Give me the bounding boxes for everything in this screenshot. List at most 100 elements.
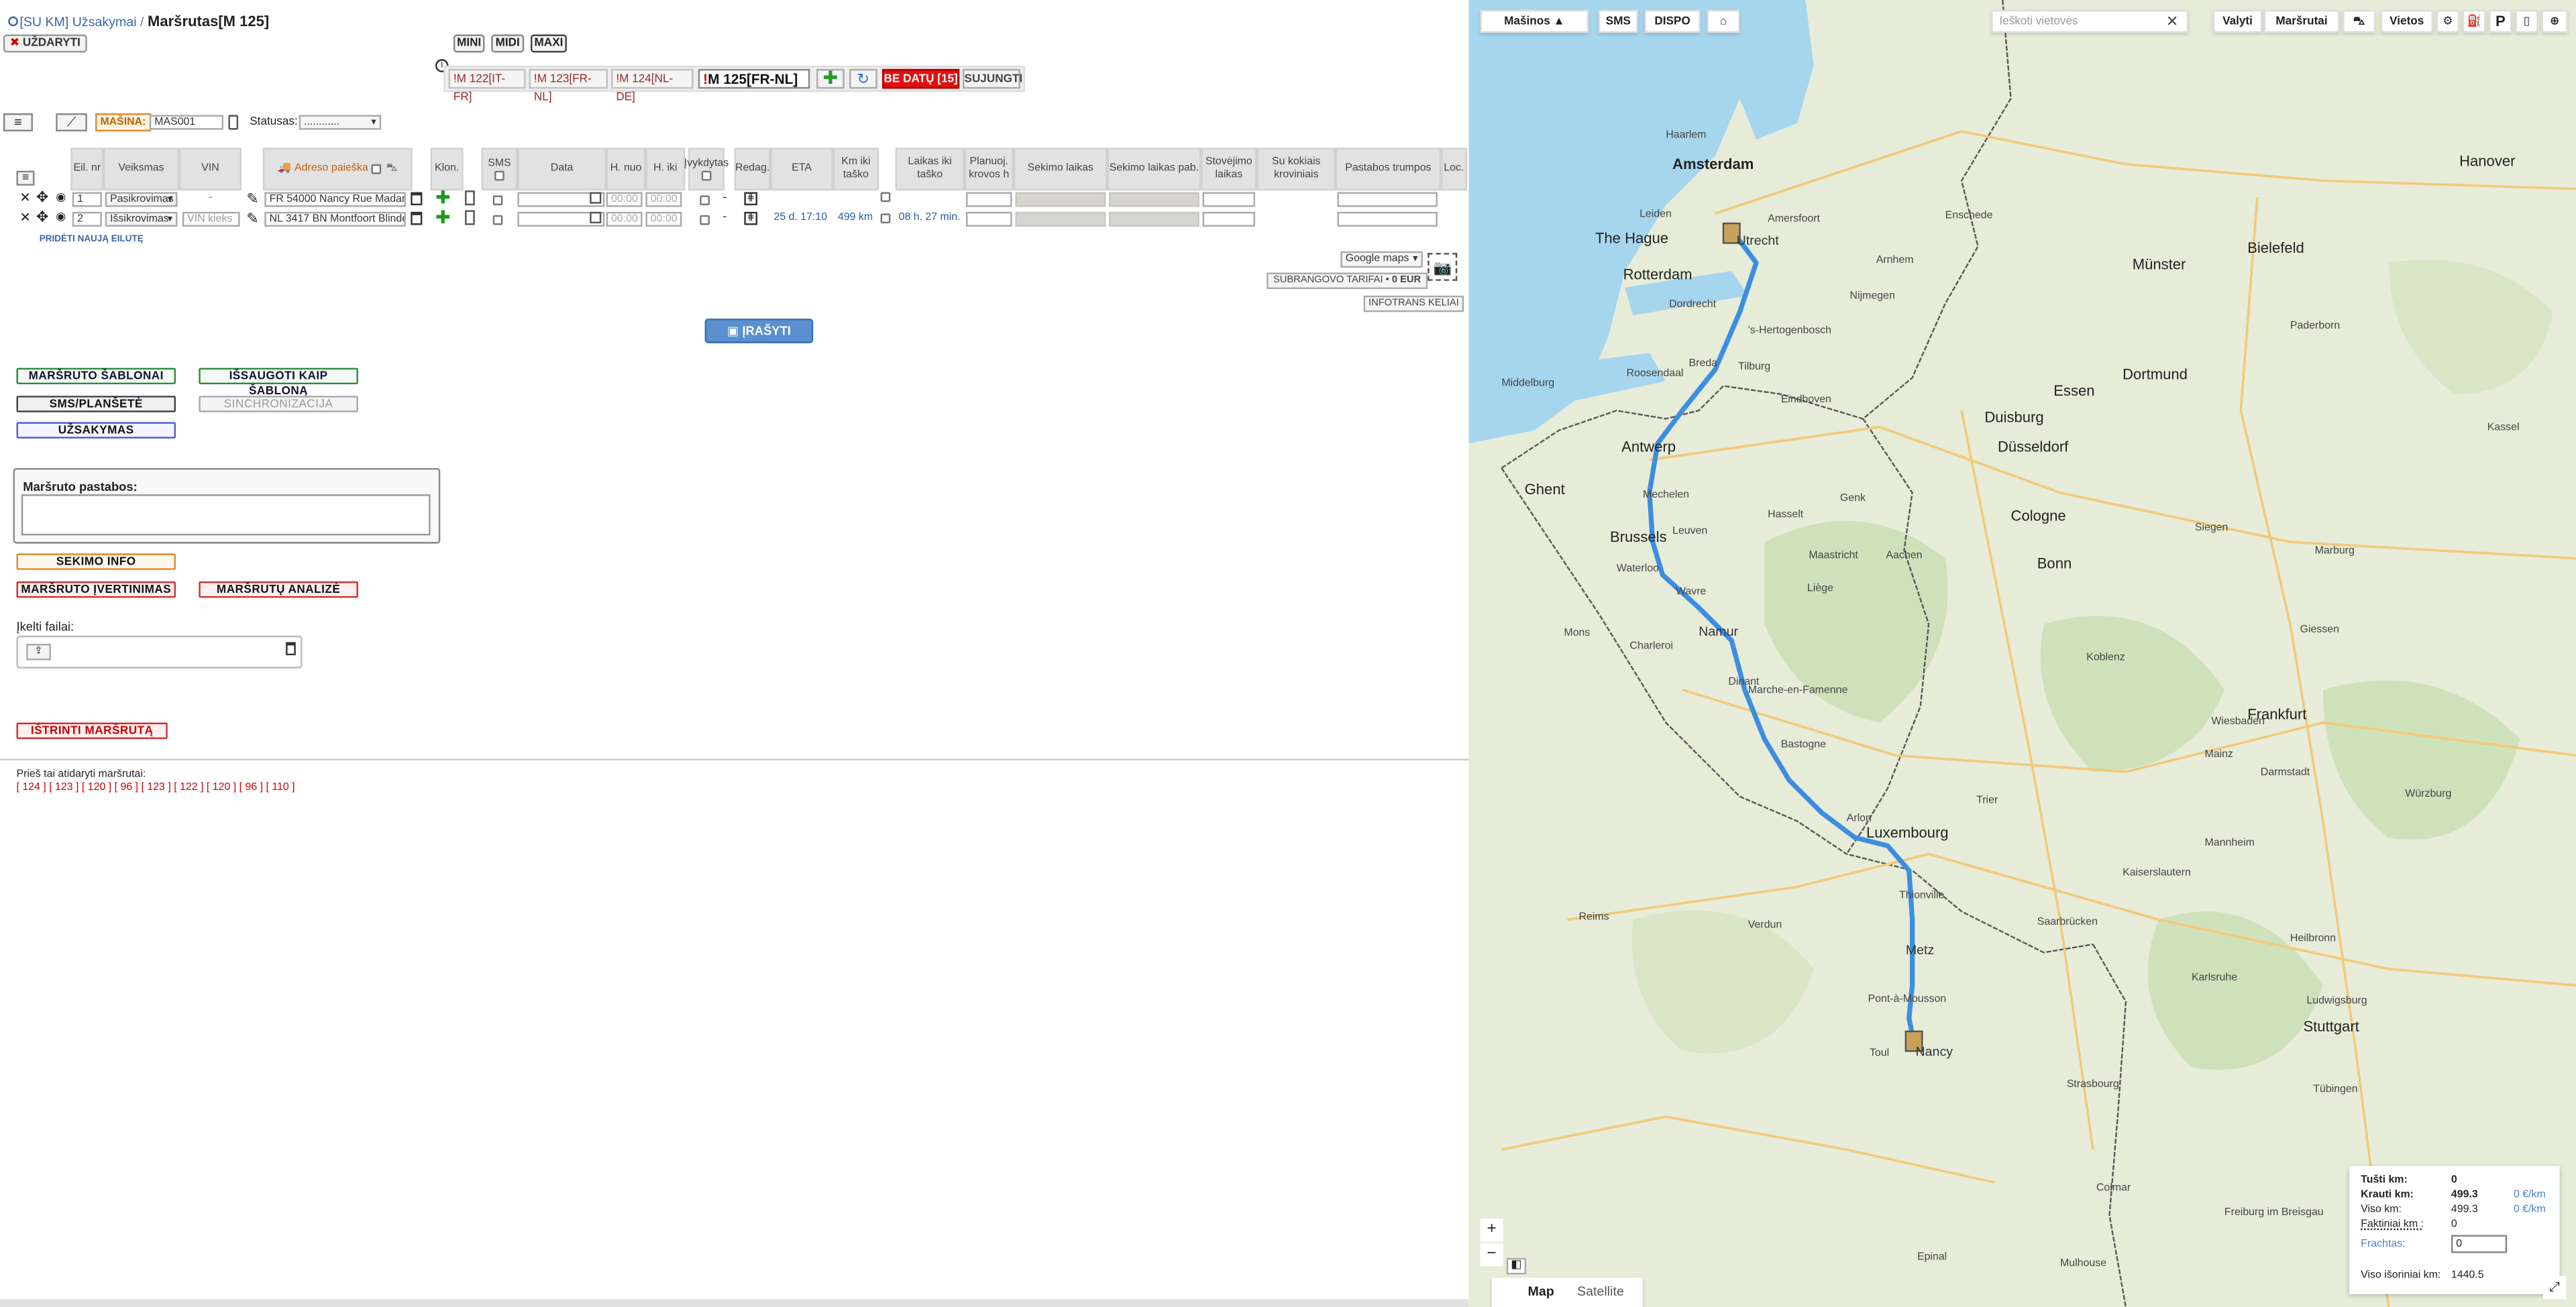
- map-provider-select[interactable]: Google maps: [1340, 251, 1423, 268]
- breadcrumb-home-icon[interactable]: [8, 16, 18, 27]
- map-places-button[interactable]: Vietos: [2380, 9, 2433, 33]
- route-evaluation-button[interactable]: MARŠRUTO ĮVERTINIMAS: [16, 581, 176, 598]
- calendar-icon[interactable]: [590, 192, 602, 204]
- row-done-checkbox[interactable]: [700, 195, 710, 206]
- edit-row-icon[interactable]: ⋕: [744, 211, 757, 225]
- map-sms-button[interactable]: SMS: [1598, 9, 1638, 33]
- table-menu-button[interactable]: ≡: [16, 170, 35, 186]
- map-tab[interactable]: Map: [1528, 1284, 1554, 1299]
- move-row-icon[interactable]: ✥: [36, 209, 48, 227]
- route-analysis-button[interactable]: MARŠRUTŲ ANALIZĖ: [199, 581, 358, 598]
- row-vin-input[interactable]: VIN kieks: [182, 211, 240, 227]
- history-item[interactable]: [ 123 ]: [49, 782, 78, 793]
- close-button[interactable]: ✖ UŽDARYTI: [3, 34, 87, 53]
- row-action-select[interactable]: Pasikrovimas: [105, 192, 178, 207]
- freight-input[interactable]: 0: [2451, 1235, 2508, 1253]
- done-all-checkbox[interactable]: [701, 170, 712, 181]
- row-tracking-input[interactable]: [1015, 192, 1106, 207]
- route-tab[interactable]: !M 123[FR-NL]: [529, 68, 608, 103]
- machine-input[interactable]: MAS001: [149, 115, 224, 130]
- add-clone-icon[interactable]: ✚: [435, 207, 451, 228]
- map-car-button[interactable]: ⛍: [2343, 9, 2376, 33]
- view-mini-button[interactable]: MINI: [453, 34, 485, 53]
- map-layer-button[interactable]: ▯: [2515, 9, 2538, 33]
- zoom-in-button[interactable]: +: [1480, 1218, 1503, 1242]
- map-tool-button[interactable]: ⚙: [2436, 9, 2460, 33]
- row-nr-input[interactable]: 2: [72, 211, 102, 227]
- edit-row-icon[interactable]: ⋕: [744, 192, 757, 206]
- save-as-template-button[interactable]: IŠSAUGOTI KAIP ŠABLONĄ: [199, 367, 358, 398]
- layers-icon[interactable]: ◧: [1506, 1257, 1527, 1275]
- document-icon[interactable]: [465, 190, 475, 206]
- chart-button[interactable]: ⟋: [56, 113, 87, 131]
- route-notes-textarea[interactable]: [21, 494, 431, 536]
- phone-icon[interactable]: [228, 115, 239, 130]
- map-vehicles-button[interactable]: Mašinos ▲: [1480, 9, 1589, 33]
- subcontract-tariff-button[interactable]: SUBRANGOVO TARIFAI • 0 EUR: [1267, 272, 1428, 290]
- fullscreen-icon[interactable]: ⤢: [2543, 1275, 2567, 1300]
- calendar-icon[interactable]: [411, 211, 423, 225]
- history-item[interactable]: [ 120 ]: [82, 782, 111, 793]
- history-item[interactable]: [ 124 ]: [16, 782, 46, 793]
- add-route-button[interactable]: ✚: [816, 68, 845, 89]
- route-tab[interactable]: !M 122[IT-FR]: [448, 68, 526, 103]
- menu-button[interactable]: ≡: [3, 113, 33, 131]
- row-notes-input[interactable]: [1337, 211, 1438, 227]
- clear-search-icon[interactable]: ✕: [2166, 11, 2178, 33]
- order-button[interactable]: UŽSAKYMAS: [16, 422, 176, 439]
- row-time-from-input[interactable]: 00:00: [606, 192, 643, 207]
- upload-button[interactable]: ⇪: [26, 644, 51, 661]
- delete-row-icon[interactable]: ✕: [19, 190, 30, 205]
- zoom-out-button[interactable]: −: [1480, 1243, 1503, 1267]
- map-home-button[interactable]: ⌂: [1707, 9, 1740, 33]
- row-km-checkbox[interactable]: [880, 213, 891, 224]
- row-time-from-input[interactable]: 00:00: [606, 211, 643, 227]
- row-km-checkbox[interactable]: [880, 192, 891, 203]
- document-icon[interactable]: [465, 210, 475, 225]
- row-parking-input[interactable]: [1202, 192, 1256, 207]
- add-clone-icon[interactable]: ✚: [435, 187, 451, 209]
- history-item[interactable]: [ 96 ]: [115, 782, 138, 793]
- history-item[interactable]: [ 123 ]: [141, 782, 170, 793]
- sms-tablet-button[interactable]: SMS/PLANŠETĖ: [16, 396, 176, 412]
- row-tracking-end-input[interactable]: [1109, 211, 1199, 227]
- move-row-icon[interactable]: ✥: [36, 189, 48, 207]
- row-planned-input[interactable]: [966, 192, 1012, 207]
- row-action-select[interactable]: Išsikrovimas: [105, 211, 178, 227]
- row-planned-input[interactable]: [966, 211, 1012, 227]
- route-templates-button[interactable]: MARŠRUTO ŠABLONAI: [16, 367, 176, 385]
- map-parking-button[interactable]: P: [2489, 9, 2512, 33]
- sync-button[interactable]: SINCHRONIZACIJA: [199, 396, 358, 412]
- row-tracking-end-input[interactable]: [1109, 192, 1199, 207]
- row-nr-input[interactable]: 1: [72, 192, 102, 207]
- sms-all-checkbox[interactable]: [494, 170, 504, 181]
- horizontal-scrollbar[interactable]: [0, 1299, 1469, 1307]
- row-address-input[interactable]: FR 54000 Nancy Rue Madame: [264, 192, 406, 207]
- row-sms-checkbox[interactable]: [492, 195, 503, 206]
- view-midi-button[interactable]: MIDI: [491, 34, 525, 53]
- no-dates-button[interactable]: BE DATŲ [15]: [882, 68, 960, 89]
- address-checkbox[interactable]: [371, 164, 382, 174]
- history-item[interactable]: [ 110 ]: [266, 782, 295, 793]
- history-item[interactable]: [ 120 ]: [207, 782, 236, 793]
- add-row-link[interactable]: PRIDĖTI NAUJĄ EILUTĘ: [40, 235, 144, 245]
- map-search-box[interactable]: Ieškoti vietovės ✕: [1991, 9, 2189, 33]
- refresh-button[interactable]: ↻: [849, 68, 877, 89]
- upload-area[interactable]: ⇪: [16, 635, 303, 669]
- map-dispo-button[interactable]: DISPO: [1644, 9, 1701, 33]
- calendar-icon[interactable]: [590, 211, 602, 224]
- history-item[interactable]: [ 96 ]: [239, 782, 263, 793]
- delete-row-icon[interactable]: ✕: [19, 210, 30, 225]
- edit-pencil-icon[interactable]: ✎: [246, 210, 258, 228]
- map-fuel-button[interactable]: ⛽: [2463, 9, 2486, 33]
- car-icon[interactable]: ⛍: [386, 162, 397, 176]
- merge-button[interactable]: SUJUNGTI: [963, 68, 1022, 89]
- row-done-checkbox[interactable]: [700, 215, 710, 225]
- calendar-icon[interactable]: [411, 192, 423, 206]
- row-time-to-input[interactable]: 00:00: [645, 211, 682, 227]
- map-locate-button[interactable]: ⊕: [2541, 9, 2568, 33]
- history-item[interactable]: [ 122 ]: [174, 782, 203, 793]
- infotrans-button[interactable]: INFOTRANS KELIAI: [1363, 295, 1464, 312]
- route-tab[interactable]: !M 124[NL-DE]: [611, 68, 694, 103]
- row-parking-input[interactable]: [1202, 211, 1256, 227]
